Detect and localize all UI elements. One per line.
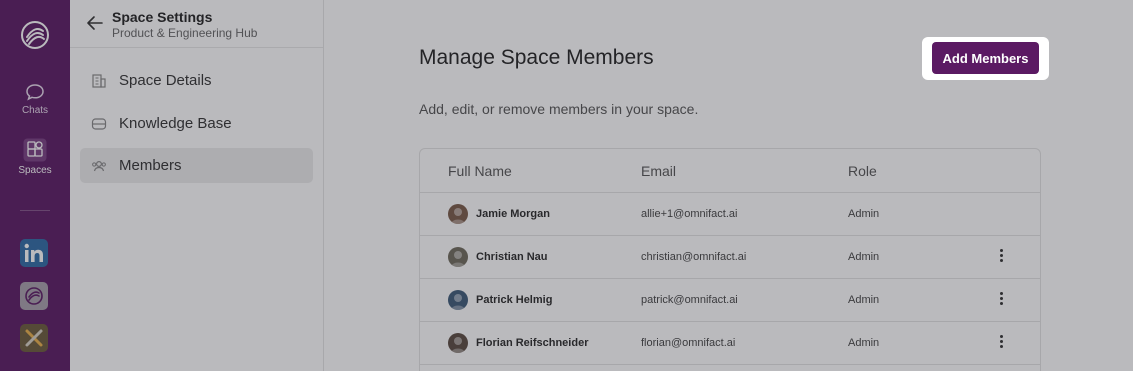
- avatar: [448, 204, 468, 224]
- rail-item-spaces[interactable]: Spaces: [0, 138, 70, 176]
- rail-item-chats[interactable]: Chats: [0, 82, 70, 116]
- avatar: [448, 290, 468, 310]
- nav-item-knowledge-base[interactable]: Knowledge Base: [80, 106, 313, 141]
- column-header-full-name: Full Name: [448, 163, 512, 179]
- member-name: Jamie Morgan: [476, 208, 550, 220]
- column-header-email: Email: [641, 163, 677, 179]
- member-name-cell: Florian Reifschneider: [448, 333, 588, 353]
- avatar: [448, 333, 468, 353]
- table-row[interactable]: Florian Reifschneider florian@omnifact.ai…: [420, 322, 1040, 365]
- space-name: Product & Engineering Hub: [112, 26, 258, 40]
- add-members-button[interactable]: Add Members: [932, 42, 1039, 74]
- page-description: Add, edit, or remove members in your spa…: [419, 101, 699, 117]
- add-members-highlight: Add Members: [922, 37, 1049, 80]
- rail-item-label: Spaces: [18, 165, 52, 176]
- rail-divider: [20, 210, 50, 211]
- database-icon: [91, 118, 107, 130]
- member-name-cell: Patrick Helmig: [448, 290, 552, 310]
- nav-label: Knowledge Base: [119, 115, 232, 132]
- table-header: Full Name Email Role: [420, 149, 1040, 193]
- settings-header: Space Settings Product & Engineering Hub: [70, 0, 323, 48]
- members-table: Full Name Email Role Jamie Morgan allie+1…: [419, 148, 1041, 371]
- member-role: Admin: [848, 251, 880, 263]
- chat-bubble-icon: [26, 84, 44, 101]
- building-icon: [92, 74, 106, 88]
- member-role: Admin: [848, 337, 880, 349]
- table-row[interactable]: Jamie Morgan allie+1@omnifact.ai Admin: [420, 193, 1040, 236]
- member-name: Patrick Helmig: [476, 294, 553, 306]
- nav-item-space-details[interactable]: Space Details: [80, 63, 313, 98]
- tools-icon: [25, 329, 43, 347]
- spaces-grid-icon: [23, 138, 47, 162]
- row-actions-kebab-icon[interactable]: [996, 249, 1006, 265]
- settings-sidebar: Space Settings Product & Engineering Hub…: [70, 0, 324, 371]
- avatar: [448, 247, 468, 267]
- member-name: Christian Nau: [476, 251, 548, 263]
- linkedin-app-tile[interactable]: [20, 239, 48, 267]
- table-row[interactable]: Christian Nau christian@omnifact.ai Admin: [420, 236, 1040, 279]
- omnifact-app-icon: [25, 287, 43, 305]
- page-title: Manage Space Members: [419, 46, 654, 69]
- back-arrow-icon[interactable]: [86, 15, 104, 31]
- tools-app-tile[interactable]: [20, 324, 48, 352]
- member-name-cell: Jamie Morgan: [448, 204, 550, 224]
- table-row[interactable]: Patrick Helmig patrick@omnifact.ai Admin: [420, 279, 1040, 322]
- member-email: patrick@omnifact.ai: [641, 294, 738, 306]
- member-role: Admin: [848, 208, 880, 220]
- column-header-role: Role: [848, 163, 877, 179]
- nav-label: Members: [119, 157, 182, 174]
- app-rail: Chats Spaces: [0, 0, 70, 371]
- member-role: Admin: [848, 294, 880, 306]
- nav-item-members[interactable]: Members: [80, 148, 313, 183]
- row-actions-kebab-icon[interactable]: [996, 335, 1006, 351]
- nav-label: Space Details: [119, 72, 212, 89]
- member-email: allie+1@omnifact.ai: [641, 208, 738, 220]
- member-name: Florian Reifschneider: [476, 337, 589, 349]
- users-icon: [92, 160, 106, 172]
- omnifact-logo-icon[interactable]: [17, 17, 53, 53]
- linkedin-icon: [24, 243, 43, 262]
- omnifact-app-tile[interactable]: [20, 282, 48, 310]
- rail-item-label: Chats: [21, 105, 49, 116]
- member-email: florian@omnifact.ai: [641, 337, 736, 349]
- row-actions-kebab-icon[interactable]: [996, 292, 1006, 308]
- member-email: christian@omnifact.ai: [641, 251, 747, 263]
- member-name-cell: Christian Nau: [448, 247, 548, 267]
- settings-title: Space Settings: [112, 9, 213, 25]
